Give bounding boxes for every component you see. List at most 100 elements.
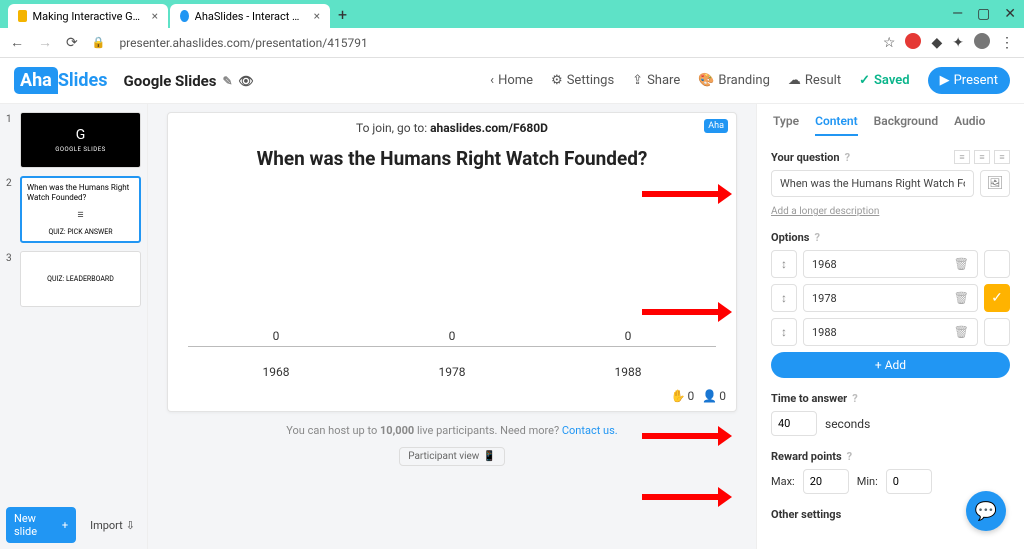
annotation-arrow (642, 302, 732, 322)
branding-icon: 🎨 (698, 73, 714, 88)
option-input[interactable]: 1988🗑 (803, 318, 978, 346)
star-icon[interactable]: ☆ (883, 35, 896, 51)
nav-branding[interactable]: 🎨 Branding (698, 73, 770, 88)
trash-icon[interactable]: 🗑 (954, 257, 969, 271)
aha-mini-logo: Aha (704, 119, 728, 133)
slide-list: 1 G GOOGLE SLIDES 2 When was the Humans … (0, 104, 148, 549)
presentation-title[interactable]: Google Slides ✎ 👁 (124, 72, 254, 90)
import-button[interactable]: Import ⇩ (84, 507, 141, 543)
align-left-icon[interactable]: ≡ (954, 150, 970, 164)
question-label: Your question? ≡ ≡ ≡ (771, 150, 1010, 164)
poll-chart: 01968 01978 01988 (168, 174, 736, 385)
correct-toggle[interactable] (984, 250, 1010, 278)
drag-handle-icon[interactable]: ↕ (771, 318, 797, 346)
list-icon: ☰ (27, 211, 134, 219)
nav-home[interactable]: ‹ Home (490, 73, 533, 88)
nav-result[interactable]: ☁ Result (788, 73, 841, 88)
add-option-button[interactable]: + Add (771, 352, 1010, 378)
time-input[interactable] (771, 411, 817, 436)
extensions-puzzle-icon[interactable]: ✦ (952, 35, 964, 51)
nav-forward-icon[interactable]: → (38, 34, 52, 51)
time-label: Time to answer? (771, 392, 1010, 405)
option-input[interactable]: 1968🗑 (803, 250, 978, 278)
tab-audio[interactable]: Audio (954, 114, 985, 136)
plus-icon: + (875, 358, 882, 372)
profile-avatar[interactable] (974, 33, 990, 53)
align-right-icon[interactable]: ≡ (994, 150, 1010, 164)
raised-hands-count: ✋0 (671, 389, 695, 403)
phone-icon: 📱 (483, 451, 495, 462)
window-maximize-icon[interactable]: ▢ (977, 6, 990, 22)
edit-icon[interactable]: ✎ (222, 74, 232, 88)
new-slide-button[interactable]: New slide + (6, 507, 76, 543)
thumb-number: 3 (6, 251, 16, 307)
close-icon[interactable]: × (152, 9, 158, 23)
seconds-label: seconds (825, 417, 870, 431)
slide-thumbnail-1[interactable]: G GOOGLE SLIDES (20, 112, 141, 168)
thumb-number: 2 (6, 176, 16, 243)
help-icon[interactable]: ? (814, 231, 819, 244)
panel-tabs: Type Content Background Audio (771, 114, 1010, 136)
plus-icon: + (62, 519, 68, 532)
options-label: Options? (771, 231, 1010, 244)
close-icon[interactable]: × (314, 9, 320, 23)
chat-icon: 💬 (975, 501, 997, 522)
browser-tab-label: Making Interactive Google Slides (33, 10, 146, 23)
participant-view-button[interactable]: Participant view 📱 (399, 447, 505, 466)
check-icon: ✓ (859, 73, 870, 88)
os-titlebar: Making Interactive Google Slides × AhaSl… (0, 0, 1024, 28)
url-text[interactable]: presenter.ahaslides.com/presentation/415… (119, 36, 868, 50)
tab-type[interactable]: Type (773, 114, 799, 136)
browser-tab-1[interactable]: Making Interactive Google Slides × (8, 4, 168, 28)
window-close-icon[interactable]: ✕ (1004, 6, 1016, 22)
join-instruction: To join, go to: ahaslides.com/F680D Aha (168, 113, 736, 143)
image-button[interactable]: 🖼 (980, 170, 1010, 197)
app-topnav: AhaSlides Google Slides ✎ 👁 ‹ Home ⚙ Set… (0, 58, 1024, 104)
correct-toggle[interactable]: ✓ (984, 284, 1010, 312)
slide-preview[interactable]: To join, go to: ahaslides.com/F680D Aha … (167, 112, 737, 412)
extension-icon[interactable]: ◆ (931, 35, 942, 51)
eye-icon[interactable]: 👁 (239, 74, 254, 88)
nav-back-icon[interactable]: ← (10, 34, 24, 51)
tab-content[interactable]: Content (815, 114, 858, 136)
drag-handle-icon[interactable]: ↕ (771, 284, 797, 312)
drag-handle-icon[interactable]: ↕ (771, 250, 797, 278)
menu-icon[interactable]: ⋮ (1000, 35, 1014, 51)
play-icon: ▶ (940, 73, 950, 88)
slide-thumbnail-2[interactable]: When was the Humans Right Watch Founded?… (20, 176, 141, 243)
browser-address-bar: ← → ⟳ 🔒 presenter.ahaslides.com/presenta… (0, 28, 1024, 58)
align-center-icon[interactable]: ≡ (974, 150, 990, 164)
question-input[interactable] (771, 170, 974, 197)
extension-icon[interactable] (905, 33, 921, 53)
min-points-input[interactable] (886, 469, 932, 494)
max-points-input[interactable] (803, 469, 849, 494)
properties-panel: Type Content Background Audio Your quest… (756, 104, 1024, 549)
slide-thumbnail-3[interactable]: QUIZ: LEADERBOARD (20, 251, 141, 307)
window-minimize-icon[interactable]: — (952, 6, 963, 22)
hand-icon: ✋ (671, 389, 686, 403)
help-icon[interactable]: ? (845, 151, 850, 164)
reward-label: Reward points? (771, 450, 1010, 463)
add-description-link[interactable]: Add a longer description (771, 206, 879, 217)
image-icon: 🖼 (987, 176, 1004, 191)
annotation-arrow (642, 184, 732, 204)
correct-toggle[interactable] (984, 318, 1010, 346)
share-icon: ⇪ (632, 73, 643, 88)
help-icon[interactable]: ? (852, 392, 857, 405)
trash-icon[interactable]: 🗑 (954, 291, 969, 305)
contact-link[interactable]: Contact us. (562, 424, 618, 437)
present-button[interactable]: ▶ Present (928, 67, 1010, 94)
nav-settings[interactable]: ⚙ Settings (551, 73, 614, 88)
app-logo[interactable]: AhaSlides (14, 70, 108, 91)
nav-reload-icon[interactable]: ⟳ (66, 35, 78, 51)
chat-bubble-button[interactable]: 💬 (966, 491, 1006, 531)
nav-share[interactable]: ⇪ Share (632, 73, 680, 88)
max-label: Max: (771, 475, 795, 488)
option-input[interactable]: 1978🗑 (803, 284, 978, 312)
tab-background[interactable]: Background (874, 114, 938, 136)
help-icon[interactable]: ? (847, 450, 852, 463)
browser-tab-2[interactable]: AhaSlides - Interact with your au × (170, 4, 330, 28)
new-tab-button[interactable]: + (338, 5, 347, 24)
trash-icon[interactable]: 🗑 (954, 325, 969, 339)
option-row: ↕ 1978🗑 ✓ (771, 284, 1010, 312)
